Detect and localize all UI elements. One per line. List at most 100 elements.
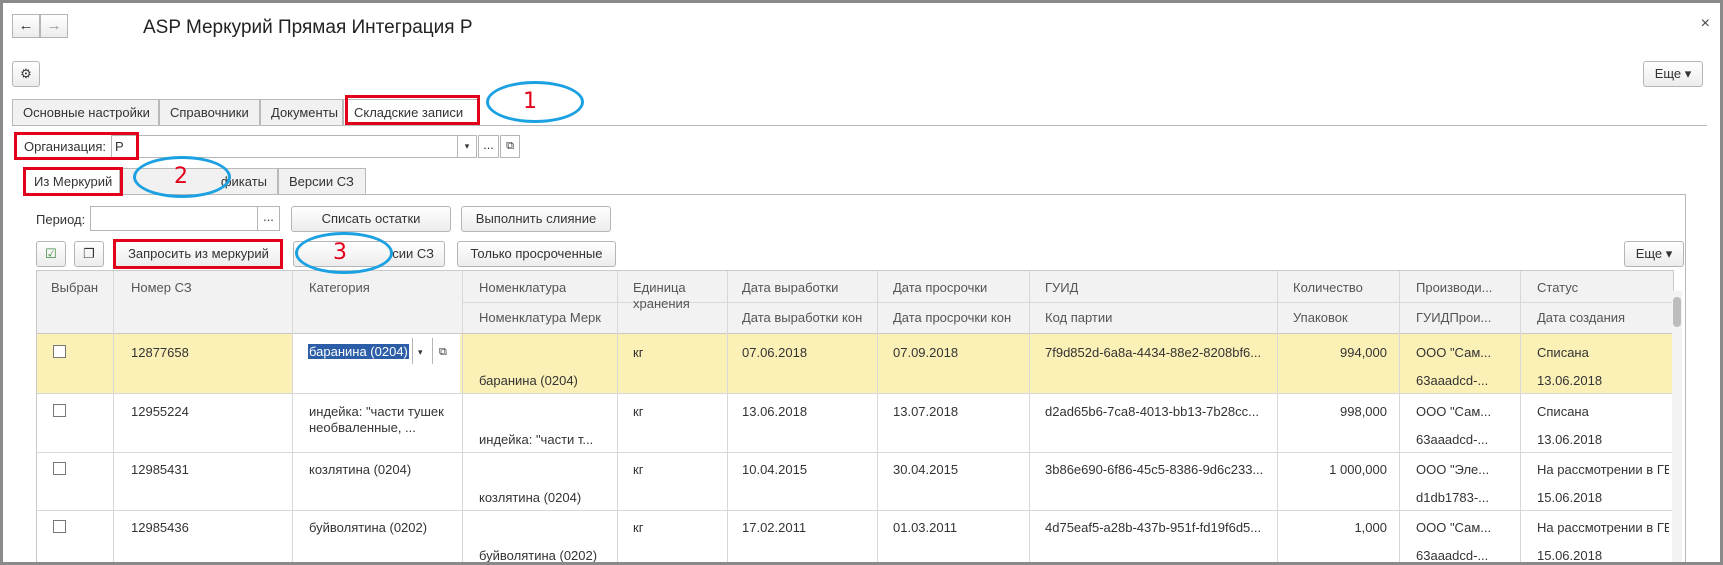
row-exp-date: 01.03.2011: [893, 520, 958, 535]
row-producer: ООО "Сам...: [1416, 520, 1492, 535]
col-exp-date-end[interactable]: Дата просрочки кон: [893, 310, 1011, 325]
callout-number-2: 2: [174, 164, 188, 189]
highlight-box-subtab: [23, 167, 123, 196]
col-divider: [877, 271, 878, 562]
row-unit: кг: [633, 345, 644, 360]
organization-field[interactable]: Р: [111, 135, 476, 158]
close-icon[interactable]: ×: [1701, 15, 1710, 33]
col-prod-date[interactable]: Дата выработки: [742, 280, 838, 295]
tab-documents[interactable]: Документы: [260, 99, 343, 126]
panel-right-border: [1685, 194, 1686, 562]
back-arrow-icon: ←: [18, 17, 34, 34]
col-prod-date-end[interactable]: Дата выработки кон: [742, 310, 862, 325]
organization-dropdown-icon[interactable]: ▾: [457, 135, 477, 158]
write-off-remains-button[interactable]: Списать остатки: [291, 206, 451, 232]
period-field[interactable]: ...: [90, 206, 280, 231]
col-guid[interactable]: ГУИД: [1045, 280, 1078, 295]
row-number: 12877658: [131, 345, 189, 360]
row-status: На рассмотрении в ГВЭ: [1537, 520, 1669, 535]
row-quantity: 1,000: [1354, 520, 1387, 535]
settings-button[interactable]: ⚙: [12, 61, 40, 87]
row-quantity: 994,000: [1340, 345, 1387, 360]
row-producer: ООО "Эле...: [1416, 462, 1490, 477]
row-divider: [37, 510, 1673, 511]
row-status: На рассмотрении в ГВЭ: [1537, 462, 1669, 477]
row-category-editor[interactable]: баранина (0204): [308, 344, 409, 359]
tabs-divider: [12, 125, 1707, 126]
period-select-button[interactable]: ...: [257, 207, 279, 230]
merge-button[interactable]: Выполнить слияние: [461, 206, 611, 232]
records-table: Выбран Номер СЗ Категория Номенклатура Н…: [36, 270, 1674, 563]
period-label: Период:: [36, 212, 86, 227]
copy-button[interactable]: ❐: [74, 241, 104, 267]
col-unit[interactable]: Единица хранения: [633, 280, 723, 312]
row-prod-date: 17.02.2011: [742, 520, 807, 535]
col-producer[interactable]: Производи...: [1416, 280, 1511, 295]
row-checkbox[interactable]: [53, 404, 66, 417]
col-status[interactable]: Статус: [1537, 280, 1578, 295]
row-created: 15.06.2018: [1537, 548, 1603, 563]
organization-open-icon[interactable]: ⧉: [500, 135, 520, 158]
col-quantity[interactable]: Количество: [1293, 280, 1363, 295]
scrollbar-thumb[interactable]: [1673, 297, 1681, 327]
copy-icon: ❐: [83, 246, 95, 261]
row-checkbox[interactable]: [53, 462, 66, 475]
row-unit: кг: [633, 520, 644, 535]
col-producer-guid[interactable]: ГУИДПрои...: [1416, 310, 1511, 325]
row-category: козлятина (0204): [309, 462, 412, 477]
highlight-box-organization: [14, 132, 139, 160]
tab-main-settings[interactable]: Основные настройки: [12, 99, 159, 126]
row-prod-date: 13.06.2018: [742, 404, 808, 419]
row-guid: 4d75eaf5-a28b-437b-951f-fd19f6d5...: [1045, 520, 1262, 535]
col-nomenclature-merc[interactable]: Номенклатура Мерк: [479, 310, 601, 325]
settings-icon: ⚙: [20, 66, 32, 81]
row-producer-guid: 63aaadcd-...: [1416, 432, 1489, 447]
forward-button[interactable]: →: [40, 14, 68, 38]
row-status: Списана: [1537, 345, 1589, 360]
row-unit: кг: [633, 462, 644, 477]
open-icon[interactable]: ⧉: [439, 346, 447, 359]
col-divider: [1399, 271, 1400, 562]
more-button-top[interactable]: Еще ▾: [1643, 61, 1703, 87]
row-number: 12955224: [131, 404, 189, 419]
row-guid: 7f9d852d-6a8a-4434-88e2-8208bf6...: [1045, 345, 1262, 360]
window-title: ASP Меркурий Прямая Интеграция Р: [143, 17, 473, 38]
row-quantity: 998,000: [1340, 404, 1387, 419]
select-all-button[interactable]: ☑: [36, 241, 66, 267]
col-exp-date[interactable]: Дата просрочки: [893, 280, 987, 295]
col-divider: [617, 271, 618, 562]
tab-sz-versions[interactable]: Версии СЗ: [278, 168, 366, 195]
col-batch-code[interactable]: Код партии: [1045, 310, 1112, 325]
organization-select-button[interactable]: ...: [478, 135, 499, 158]
row-guid: d2ad65b6-7ca8-4013-bb13-7b28cc...: [1045, 404, 1259, 419]
callout-number-3: 3: [333, 240, 347, 265]
back-button[interactable]: ←: [12, 14, 40, 38]
col-divider: [727, 271, 728, 562]
subtabs-divider: [23, 194, 1685, 195]
col-selected[interactable]: Выбран: [51, 280, 98, 295]
row-divider: [37, 393, 1673, 394]
category-edit-cell: [292, 334, 460, 393]
chevron-down-icon[interactable]: ▾: [418, 347, 423, 358]
tab-directories[interactable]: Справочники: [159, 99, 260, 126]
col-nomenclature[interactable]: Номенклатура: [479, 280, 566, 295]
callout-number-1: 1: [523, 89, 537, 114]
col-packages[interactable]: Упаковок: [1293, 310, 1348, 325]
col-divider: [1277, 271, 1278, 562]
row-producer-guid: d1db1783-...: [1416, 490, 1490, 505]
overdue-only-button[interactable]: Только просроченные: [457, 241, 616, 267]
vertical-scrollbar[interactable]: [1672, 291, 1682, 562]
row-created: 15.06.2018: [1537, 490, 1603, 505]
col-number[interactable]: Номер СЗ: [131, 280, 192, 295]
highlight-box-tab: [345, 95, 480, 125]
row-category: буйволятина (0202): [309, 520, 428, 535]
row-checkbox[interactable]: [53, 345, 66, 358]
col-category[interactable]: Категория: [309, 280, 370, 295]
row-nomenclature-merc: баранина (0204): [479, 373, 578, 388]
row-producer: ООО "Сам...: [1416, 404, 1492, 419]
row-checkbox[interactable]: [53, 520, 66, 533]
col-created[interactable]: Дата создания: [1537, 310, 1625, 325]
row-number: 12985436: [131, 520, 189, 535]
more-button-table[interactable]: Еще ▾: [1624, 241, 1684, 267]
row-status: Списана: [1537, 404, 1589, 419]
